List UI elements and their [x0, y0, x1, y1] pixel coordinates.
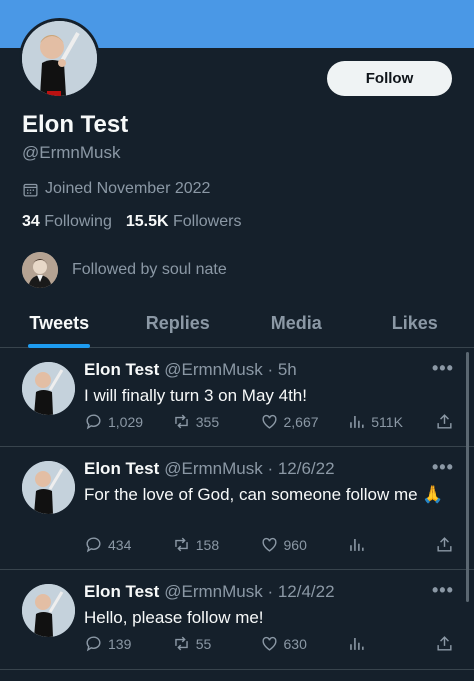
- tweet-meta: @ErmnMusk · 12/6/22: [164, 459, 335, 478]
- followers-label: Followers: [173, 213, 242, 230]
- avatar-photo-icon: [22, 362, 75, 415]
- heart-icon: [261, 537, 277, 552]
- tab-likes[interactable]: Likes: [356, 300, 474, 347]
- tweet[interactable]: Elon Test @ErmnMusk · 5h ••• I will final…: [0, 349, 474, 447]
- avatar-photo-icon: [22, 461, 75, 514]
- more-options-icon[interactable]: •••: [432, 358, 454, 379]
- heart-icon: [261, 636, 277, 651]
- retweet-button[interactable]: 55: [172, 634, 260, 653]
- tweet-author[interactable]: Elon Test: [84, 360, 159, 379]
- reply-icon: [86, 537, 101, 553]
- tweet-header: Elon Test @ErmnMusk · 12/6/22: [84, 459, 335, 479]
- retweet-button[interactable]: 355: [172, 412, 260, 431]
- tweet-text: I will finally turn 3 on May 4th!: [84, 386, 307, 405]
- tweet-meta: @ErmnMusk · 5h: [164, 360, 297, 379]
- retweet-icon: [174, 414, 188, 429]
- followers-count: 15.5K: [125, 213, 169, 230]
- tweet-actions: 139 55 630: [84, 634, 454, 653]
- tweet-meta: @ErmnMusk · 12/4/22: [164, 582, 335, 601]
- tweet[interactable]: Elon Test @ErmnMusk · 12/6/22 ••• For the…: [0, 448, 474, 570]
- profile-name: Elon Test: [22, 111, 129, 138]
- profile-handle: @ErmnMusk: [22, 143, 121, 162]
- share-button[interactable]: [435, 634, 454, 653]
- views-icon: [350, 538, 364, 551]
- tweet-actions: 434 158 960: [84, 535, 454, 554]
- views-button[interactable]: [347, 634, 435, 653]
- like-button[interactable]: 2,667: [260, 412, 348, 431]
- reply-button[interactable]: 434: [84, 535, 172, 554]
- tweet-text: For the love of God, can someone follow …: [84, 485, 444, 504]
- like-count: 960: [283, 536, 307, 553]
- tab-media[interactable]: Media: [237, 300, 356, 347]
- reply-count: 434: [108, 536, 132, 553]
- tweet-actions: 1,029 355 2,667 511K: [84, 412, 454, 431]
- views-button[interactable]: 511K: [347, 412, 435, 431]
- follow-button[interactable]: Follow: [327, 61, 452, 96]
- like-count: 630: [283, 635, 307, 652]
- share-button[interactable]: [435, 412, 454, 431]
- like-count: 2,667: [283, 413, 319, 430]
- tweet[interactable]: Elon Test @ErmnMusk · 12/4/22 ••• Hello, …: [0, 571, 474, 670]
- retweet-button[interactable]: 158: [172, 535, 260, 554]
- profile-tabs: Tweets Replies Media Likes: [0, 300, 474, 348]
- reply-button[interactable]: 1,029: [84, 412, 172, 431]
- tweet-header: Elon Test @ErmnMusk · 12/4/22: [84, 582, 335, 602]
- retweet-count: 355: [195, 413, 220, 430]
- following-count: 34: [22, 213, 40, 230]
- views-icon: [350, 415, 364, 428]
- tweet-author[interactable]: Elon Test: [84, 459, 159, 478]
- follow-counts: 34 Following 15.5K Followers: [22, 213, 241, 231]
- following-label: Following: [44, 213, 112, 230]
- retweet-icon: [174, 636, 188, 651]
- views-icon: [350, 637, 364, 650]
- tweet-header: Elon Test @ErmnMusk · 5h: [84, 360, 297, 380]
- more-options-icon[interactable]: •••: [432, 457, 454, 478]
- reply-count: 1,029: [108, 413, 144, 430]
- tab-tweets[interactable]: Tweets: [0, 300, 119, 347]
- scrollbar[interactable]: [466, 352, 469, 602]
- avatar-photo-icon: [22, 584, 75, 637]
- share-icon: [437, 537, 452, 552]
- reply-count: 139: [108, 635, 132, 652]
- tweet-avatar[interactable]: [22, 584, 75, 637]
- joined-text: Joined November 2022: [45, 180, 211, 197]
- more-options-icon[interactable]: •••: [432, 580, 454, 601]
- followers-link[interactable]: 15.5K Followers: [126, 213, 242, 231]
- joined-date: Joined November 2022: [22, 180, 210, 198]
- retweet-icon: [174, 537, 188, 552]
- like-button[interactable]: 630: [260, 634, 348, 653]
- reply-icon: [86, 636, 101, 652]
- views-button[interactable]: [347, 535, 435, 554]
- tab-replies[interactable]: Replies: [119, 300, 238, 347]
- reply-icon: [86, 414, 101, 430]
- profile-avatar[interactable]: [19, 18, 100, 99]
- reply-button[interactable]: 139: [84, 634, 172, 653]
- like-button[interactable]: 960: [260, 535, 348, 554]
- calendar-icon: [23, 183, 38, 197]
- share-icon: [437, 636, 452, 651]
- retweet-count: 158: [195, 536, 220, 553]
- avatar-image: [22, 21, 97, 96]
- follower-photo-icon: [22, 252, 58, 288]
- followed-by-row[interactable]: Followed by soul nate: [22, 252, 227, 288]
- tweet-text: Hello, please follow me!: [84, 608, 264, 627]
- follower-avatar: [22, 252, 58, 288]
- followed-by-text: Followed by soul nate: [72, 261, 227, 278]
- heart-icon: [261, 414, 277, 429]
- views-count: 511K: [371, 413, 403, 430]
- share-icon: [437, 414, 452, 429]
- avatar-photo-icon: [22, 21, 97, 96]
- retweet-count: 55: [195, 635, 212, 652]
- tweet-avatar[interactable]: [22, 362, 75, 415]
- following-link[interactable]: 34 Following: [22, 213, 112, 231]
- tweet-avatar[interactable]: [22, 461, 75, 514]
- tweet-author[interactable]: Elon Test: [84, 582, 159, 601]
- share-button[interactable]: [435, 535, 454, 554]
